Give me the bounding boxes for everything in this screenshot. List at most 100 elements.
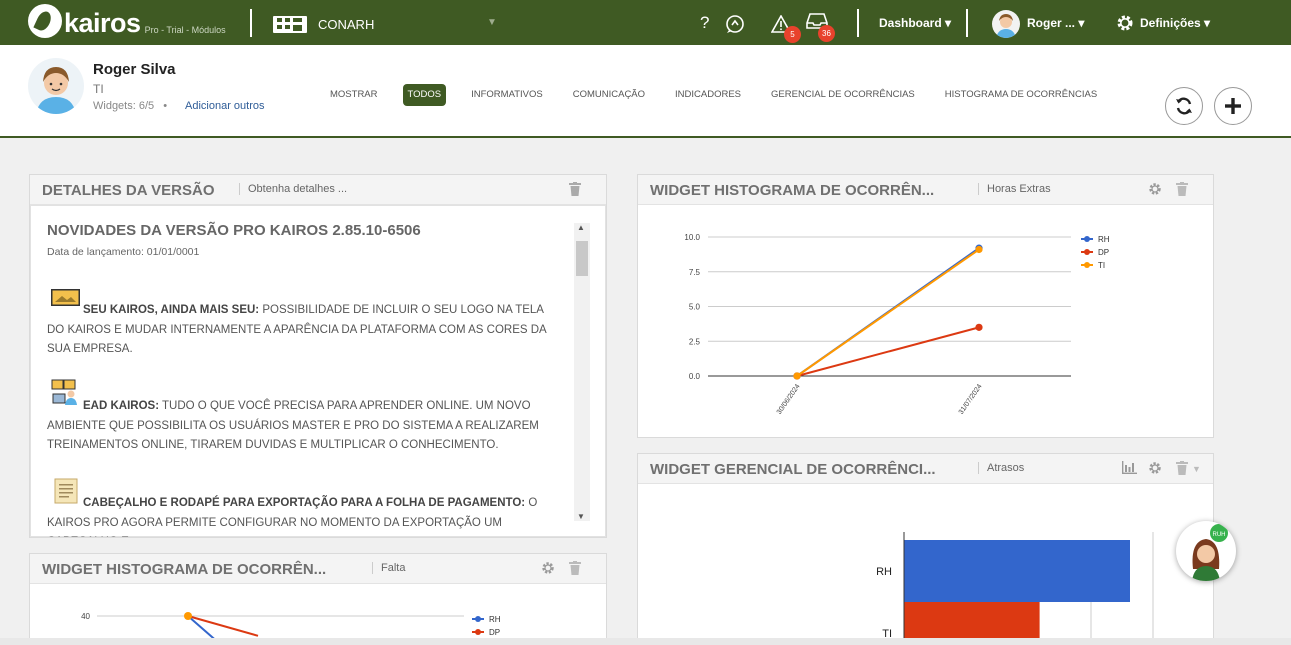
divider [250, 9, 252, 37]
widget-filter-tabs: MOSTRAR TODOS INFORMATIVOS COMUNICAÇÃO I… [316, 84, 1112, 106]
version-details-widget: DETALHES DA VERSÃO Obtenha detalhes ... … [29, 174, 607, 538]
page-horizontal-scrollbar[interactable] [0, 638, 1291, 645]
tab-histograma-ocorrencias[interactable]: HISTOGRAMA DE OCORRÊNCIAS [930, 84, 1112, 106]
legend-label: RH [1098, 235, 1110, 244]
help-icon[interactable]: ? [700, 13, 709, 33]
brand-suffix: Pro - Trial - Módulos [144, 25, 226, 35]
chevron-down-icon[interactable]: ▼ [1192, 464, 1201, 474]
news-heading: CABEÇALHO E RODAPÉ PARA EXPORTAÇÃO PARA … [83, 497, 526, 509]
kairos-logo[interactable]: kairos Pro - Trial - Módulos [28, 4, 226, 38]
tab-informativos[interactable]: INFORMATIVOS [456, 84, 558, 106]
legend-label: RH [489, 615, 501, 624]
news-item: CABEÇALHO E RODAPÉ PARA EXPORTAÇÃO PARA … [47, 494, 559, 537]
avatar[interactable] [992, 10, 1020, 38]
assistant-chat-button[interactable]: RUH [1176, 521, 1236, 581]
news-item: EAD KAIROS: TUDO O QUE VOCÊ PRECISA PARA… [47, 397, 559, 456]
settings-menu[interactable]: Definições ▾ [1140, 16, 1210, 30]
scrollbar-thumb[interactable] [576, 241, 588, 276]
trash-icon[interactable] [1176, 182, 1188, 199]
category-label: RH [876, 566, 892, 578]
user-avatar [28, 58, 84, 114]
gear-icon[interactable] [1116, 14, 1134, 32]
messages-badge: 36 [818, 25, 835, 42]
refresh-icon [1176, 97, 1192, 115]
tab-todos[interactable]: TODOS [402, 84, 447, 106]
news-scrollbar[interactable]: ▲ ▼ [574, 223, 590, 521]
widget-header: WIDGET GERENCIAL DE OCORRÊNCI... Atrasos… [638, 454, 1213, 484]
news-item: SEU KAIROS, AINDA MAIS SEU: POSSIBILIDAD… [47, 301, 559, 360]
legend-marker [1084, 236, 1090, 242]
company-icon [273, 16, 307, 33]
legend-label: TI [1098, 261, 1105, 270]
scroll-down-icon[interactable]: ▼ [577, 512, 585, 521]
support-chat-icon[interactable] [724, 14, 746, 34]
y-tick-label: 40 [81, 612, 90, 621]
top-bar: kairos Pro - Trial - Módulos CONARH ▼ ? … [0, 0, 1291, 45]
y-tick-label: 10.0 [684, 233, 700, 242]
user-menu[interactable]: Roger ... ▾ [1027, 16, 1084, 30]
data-point [184, 612, 192, 620]
refresh-button[interactable] [1165, 87, 1203, 125]
y-tick-label: 0.0 [689, 372, 701, 381]
widget-subtitle: Atrasos [978, 462, 1024, 474]
widget-title: WIDGET HISTOGRAMA DE OCORRÊN... [650, 182, 935, 199]
legend-marker [1084, 262, 1090, 268]
tab-indicadores[interactable]: INDICADORES [660, 84, 756, 106]
data-point-ti [793, 372, 801, 380]
scroll-up-icon[interactable]: ▲ [577, 223, 585, 232]
x-tick-label: 31/07/2024 [958, 383, 984, 416]
tab-comunicacao[interactable]: COMUNICAÇÃO [558, 84, 660, 106]
delays-bar-chart[interactable]: RHTI [838, 532, 1168, 645]
bar-chart-icon[interactable] [1122, 461, 1137, 477]
x-tick-label: 30/06/2024 [776, 383, 802, 416]
tab-mostrar: MOSTRAR [330, 89, 378, 100]
release-date: Data de lançamento: 01/01/0001 [47, 246, 200, 258]
chevron-down-icon[interactable]: ▼ [487, 17, 497, 28]
trash-icon[interactable] [569, 182, 581, 199]
histogram-overtime-widget: WIDGET HISTOGRAMA DE OCORRÊN... Horas Ex… [637, 174, 1214, 438]
trash-icon[interactable] [1176, 461, 1188, 478]
news-heading: SEU KAIROS, AINDA MAIS SEU: [83, 304, 260, 316]
svg-text:RUH: RUH [1213, 532, 1226, 538]
add-widgets-link[interactable]: Adicionar outros [185, 100, 265, 112]
data-point-dp [975, 323, 983, 331]
profile-header: Roger Silva TI Widgets: 6/5 • Adicionar … [0, 45, 1291, 138]
bar-rh [904, 540, 1130, 602]
legend-marker [475, 616, 481, 622]
gear-icon[interactable] [1148, 461, 1162, 478]
plus-icon [1225, 98, 1241, 114]
gear-icon[interactable] [541, 561, 555, 578]
series-line-ti [796, 248, 980, 377]
widget-title: DETALHES DA VERSÃO [42, 182, 215, 199]
news-heading: EAD KAIROS: [83, 400, 160, 412]
dashboard-label: Dashboard [879, 16, 942, 30]
histogram-absence-widget: WIDGET HISTOGRAMA DE OCORRÊN... Falta 40… [29, 553, 607, 645]
widget-header: WIDGET HISTOGRAMA DE OCORRÊN... Falta [30, 554, 606, 584]
management-delays-widget: WIDGET GERENCIAL DE OCORRÊNCI... Atrasos… [637, 453, 1214, 645]
version-news-panel[interactable]: NOVIDADES DA VERSÃO PRO KAIROS 2.85.10-6… [30, 205, 606, 537]
data-point-ti [975, 245, 983, 254]
kairos-logo-icon [28, 4, 62, 38]
widget-header: DETALHES DA VERSÃO Obtenha detalhes ... [30, 175, 606, 205]
legend-marker [1084, 249, 1090, 255]
add-widget-button[interactable] [1214, 87, 1252, 125]
gear-icon[interactable] [1148, 182, 1162, 199]
assistant-avatar-icon: RUH [1192, 524, 1228, 581]
widget-subtitle: Falta [372, 562, 405, 574]
brand-name: kairos [64, 8, 141, 38]
widget-title: WIDGET GERENCIAL DE OCORRÊNCI... [650, 461, 936, 478]
user-name: Roger Silva [93, 61, 176, 78]
trash-icon[interactable] [569, 561, 581, 578]
settings-label: Definições [1140, 16, 1201, 30]
y-tick-label: 7.5 [689, 268, 701, 277]
overtime-line-chart[interactable]: 0.0 2.5 5.0 7.5 10.0 30/06/2024 31/07/2024 RH DP… [654, 221, 1174, 421]
tab-gerencial-ocorrencias[interactable]: GERENCIAL DE OCORRÊNCIAS [756, 84, 930, 106]
widgets-count: Widgets: 6/5 • [93, 100, 168, 112]
divider [966, 9, 968, 37]
widgets-count-text: Widgets: 6/5 [93, 100, 155, 112]
company-selector[interactable]: CONARH [318, 17, 374, 32]
dashboard-menu[interactable]: Dashboard ▾ [879, 16, 951, 30]
widget-header: WIDGET HISTOGRAMA DE OCORRÊN... Horas Ex… [638, 175, 1213, 205]
y-tick-label: 2.5 [689, 337, 701, 346]
widget-subtitle: Obtenha detalhes ... [239, 183, 347, 195]
